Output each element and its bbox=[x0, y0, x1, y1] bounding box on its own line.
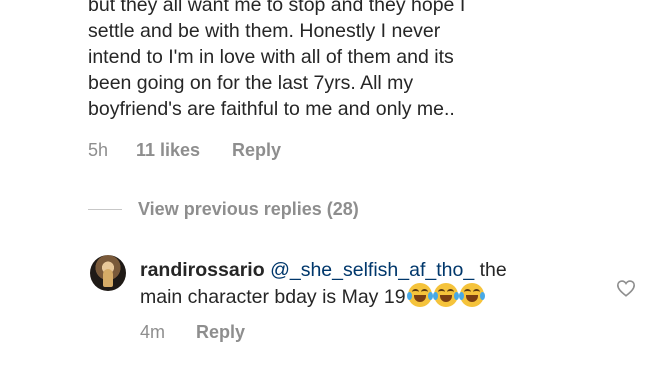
comment-meta: 5h 11 likes Reply bbox=[88, 140, 281, 161]
avatar-figure bbox=[103, 269, 113, 287]
comment-reply-button[interactable]: Reply bbox=[232, 140, 281, 161]
reply-mention-link[interactable]: @_she_selfish_af_tho_ bbox=[270, 259, 474, 281]
like-heart-icon[interactable] bbox=[616, 279, 636, 297]
replies-divider bbox=[88, 209, 122, 210]
reply-meta: 4m Reply bbox=[140, 322, 245, 343]
comment-timestamp: 5h bbox=[88, 140, 109, 160]
comment-line: settle and be with them. Honestly I neve… bbox=[88, 20, 441, 42]
reply-text: randirossario @_she_selfish_af_tho_ the … bbox=[140, 257, 580, 310]
comment-line: boyfriend's are faithful to me and only … bbox=[88, 98, 455, 120]
comment-text: but they all want me to stop and they ho… bbox=[88, 0, 608, 122]
reply-username-link[interactable]: randirossario bbox=[140, 259, 265, 281]
comment-line: been going on for the last 7yrs. All my bbox=[88, 72, 414, 94]
comment-likes-link[interactable]: 11 likes bbox=[136, 140, 232, 161]
reply-reply-button[interactable]: Reply bbox=[196, 322, 245, 343]
reply-timestamp: 4m bbox=[140, 322, 166, 342]
view-previous-replies-label: View previous replies (28) bbox=[138, 199, 359, 219]
avatar[interactable] bbox=[90, 255, 126, 291]
reply-text-part: the bbox=[474, 259, 507, 281]
reply-text-line: main character bday is May 19 bbox=[140, 286, 406, 308]
view-previous-replies-button[interactable]: View previous replies (28) bbox=[88, 199, 359, 220]
face-with-tears-of-joy-icon bbox=[458, 283, 485, 307]
face-with-tears-of-joy-icon bbox=[406, 283, 433, 307]
comment-line: intend to I'm in love with all of them a… bbox=[88, 46, 454, 68]
comment-line: but they all want me to stop and they ho… bbox=[88, 0, 466, 16]
face-with-tears-of-joy-icon bbox=[432, 283, 459, 307]
